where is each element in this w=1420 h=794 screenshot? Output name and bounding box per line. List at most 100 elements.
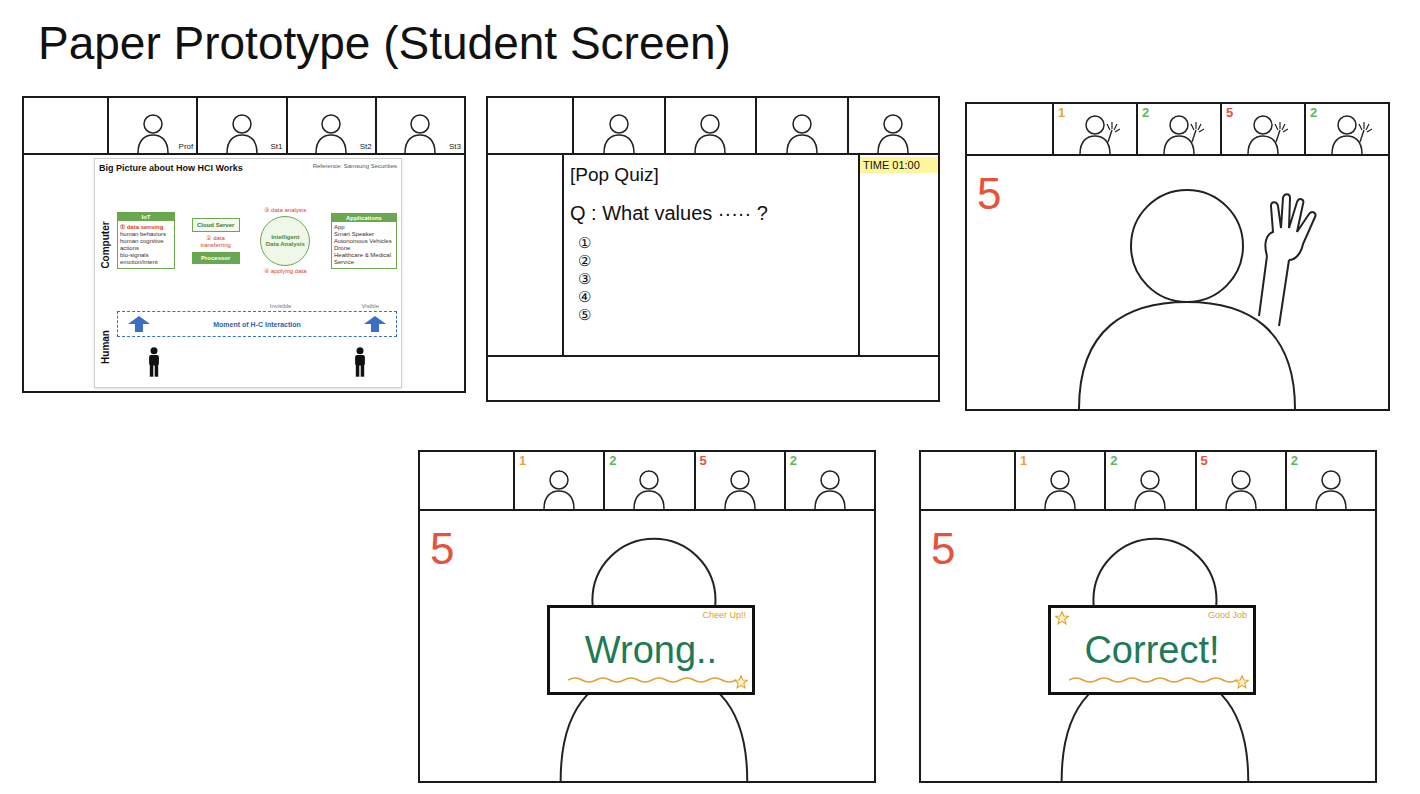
main-view: 5Wrong..Cheer Up!! <box>420 511 874 781</box>
person-icon <box>772 109 832 153</box>
person-icon <box>589 109 649 153</box>
applications-list: AppSmart SpeakerAutonomous VehiclesDrone… <box>332 222 396 268</box>
main-view: 5Correct!Good Job <box>921 511 1375 781</box>
participant-score: 2 <box>609 454 616 467</box>
participant-score: 5 <box>1201 454 1208 467</box>
person-icon <box>680 109 740 153</box>
participant-tile[interactable]: 2 <box>1104 452 1194 509</box>
strip-blank <box>24 98 107 153</box>
quiz-area: [Pop Quiz] Q : What values ····· ? ①②③④⑤ TI… <box>488 155 938 400</box>
step-label: ③ data analysis <box>264 207 306 214</box>
quiz-heading: [Pop Quiz] <box>570 163 852 187</box>
participant-tile[interactable]: 5 <box>1195 452 1285 509</box>
participant-tile[interactable] <box>755 98 847 153</box>
participant-tile[interactable]: St3 <box>375 98 464 153</box>
person-icon <box>1301 465 1361 509</box>
participant-score: 2 <box>1110 454 1117 467</box>
waving-person-icon <box>1149 110 1209 154</box>
participant-score: 5 <box>1226 106 1233 119</box>
computer-label: Computer <box>101 221 111 268</box>
person-icon <box>123 109 183 153</box>
waving-person-icon <box>1233 110 1293 154</box>
participant-strip: 1252 <box>921 452 1375 511</box>
applications-header: Applications <box>332 214 396 222</box>
person-icon <box>800 465 860 509</box>
strip-blank <box>921 452 1014 509</box>
participant-tile[interactable]: St1 <box>196 98 285 153</box>
sensing-item: bio-signals <box>120 252 172 259</box>
prototype-row: 12525Wrong..Cheer Up!!12525Correct!Good … <box>0 450 1420 783</box>
answer-result: Correct! <box>1084 631 1219 669</box>
participant-tile[interactable]: 1 <box>513 452 603 509</box>
underline-icon <box>568 676 736 684</box>
human-section <box>117 337 397 383</box>
sensing-item: human cognitive actions <box>120 238 172 252</box>
quiz-option[interactable]: ② <box>578 252 852 270</box>
person-icon <box>1120 465 1180 509</box>
quiz-question: Q : What values ····· ? <box>570 201 852 226</box>
processor-box: Processor <box>192 252 240 264</box>
arrow-up-icon <box>128 316 150 332</box>
participant-label: Prof <box>179 143 194 151</box>
participant-tile[interactable]: 2 <box>1136 104 1220 154</box>
participant-strip: 1252 <box>420 452 874 511</box>
person-icon <box>619 465 679 509</box>
quiz-option[interactable]: ③ <box>578 270 852 288</box>
participant-tile[interactable]: 2 <box>1304 104 1388 154</box>
transfer-column: Cloud Server② data transferringProcessor <box>192 218 240 264</box>
participant-score: 2 <box>1310 106 1317 119</box>
underline-icon <box>1069 676 1237 684</box>
quiz-row: [Pop Quiz] Q : What values ····· ? ①②③④⑤ TI… <box>488 155 938 355</box>
sensing-list: ① data sensinghuman behaviorshuman cogni… <box>118 221 174 268</box>
main-view: [Pop Quiz] Q : What values ····· ? ①②③④⑤ TI… <box>488 155 938 400</box>
participant-tile[interactable]: 5 <box>694 452 784 509</box>
slide-head: Big Picture about How HCI WorksReference… <box>99 163 397 179</box>
participant-score: 5 <box>700 454 707 467</box>
participant-tile[interactable]: 2 <box>784 452 874 509</box>
visible-label: Visible <box>361 302 379 311</box>
participant-label: St3 <box>449 143 461 151</box>
participant-tile[interactable]: 5 <box>1220 104 1304 154</box>
visibility-row: InvisibleVisible <box>117 302 397 311</box>
participant-tile[interactable]: St2 <box>286 98 375 153</box>
quiz-option[interactable]: ⑤ <box>578 306 852 324</box>
student-screen: 12525 <box>965 102 1390 411</box>
computer-section: IoT① data sensinghuman behaviorshuman co… <box>117 179 397 302</box>
slide-body: Computer Human IoT① data sensinghuman beha… <box>99 179 397 383</box>
student-screen: 12525Correct!Good Job <box>919 450 1377 783</box>
step-label: ④ applying data <box>264 268 306 275</box>
arrow-up-icon <box>364 316 386 332</box>
bottom-bar <box>488 355 938 400</box>
step-label: ② data transferring <box>192 235 240 249</box>
participant-tile[interactable]: 1 <box>1014 452 1104 509</box>
answer-note: Good Job <box>1208 611 1247 620</box>
application-item: Drone <box>334 245 394 252</box>
quiz-timer: TIME 01:00 <box>860 157 938 173</box>
person-icon <box>1211 465 1271 509</box>
sensing-box: IoT① data sensinghuman behaviorshuman co… <box>117 212 175 269</box>
slide-content: IoT① data sensinghuman behaviorshuman co… <box>113 179 397 383</box>
quiz-option[interactable]: ④ <box>578 288 852 306</box>
interaction-label: Moment of H-C Interaction <box>213 321 301 328</box>
slide-viewer: Big Picture about How HCI WorksReference… <box>24 155 464 391</box>
participant-tile[interactable] <box>847 98 939 153</box>
quiz-option[interactable]: ① <box>578 234 852 252</box>
application-item: App <box>334 224 394 231</box>
applications-box: ApplicationsAppSmart SpeakerAutonomous V… <box>331 213 397 269</box>
quiz-panel: [Pop Quiz] Q : What values ····· ? ①②③④⑤ <box>562 155 860 355</box>
axis-cell: Computer <box>99 179 113 311</box>
participant-tile[interactable]: Prof <box>107 98 196 153</box>
human-label: Human <box>101 330 111 364</box>
participant-tile[interactable]: 2 <box>603 452 693 509</box>
participant-tile[interactable] <box>664 98 756 153</box>
participant-tile[interactable] <box>572 98 664 153</box>
participant-score: 2 <box>1142 106 1149 119</box>
person-icon <box>863 109 923 153</box>
human-icon <box>353 343 367 381</box>
star-icon <box>1235 675 1249 689</box>
participant-tile[interactable]: 1 <box>1052 104 1136 154</box>
participant-tile[interactable]: 2 <box>1285 452 1375 509</box>
application-item: Smart Speaker <box>334 231 394 238</box>
axis-cell: Human <box>99 311 113 383</box>
sensing-item: human behaviors <box>120 231 172 238</box>
